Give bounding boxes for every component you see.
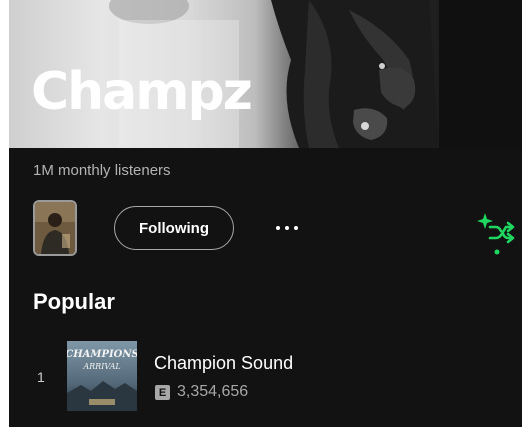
smart-shuffle-icon[interactable] [476, 210, 518, 256]
following-button[interactable]: Following [114, 206, 234, 250]
track-cover-art: CHAMPIONS ARRIVAL [67, 341, 137, 411]
more-options-icon[interactable] [270, 216, 304, 240]
track-title: Champion Sound [154, 353, 294, 373]
cover-text-line2: ARRIVAL [82, 362, 120, 371]
monthly-listeners: 1M monthly listeners [33, 162, 171, 179]
more-dot [294, 226, 298, 230]
popular-section-title: Popular [33, 289, 115, 314]
artist-preview-thumbnail[interactable] [33, 200, 77, 256]
artist-header-image: Champz [9, 0, 522, 148]
more-dot [285, 226, 289, 230]
cover-text-line1: CHAMPIONS [67, 349, 137, 360]
window-edge-bottom [0, 427, 522, 434]
track-play-count: 3,354,656 [177, 383, 249, 400]
more-dot [276, 226, 280, 230]
window-edge-left [0, 0, 9, 427]
track-index: 1 [37, 369, 45, 385]
explicit-badge: E [155, 385, 170, 400]
artist-name: Champz [31, 62, 253, 122]
track-row[interactable]: 1 CHAMPIONS ARRIVAL Champion Sound E 3,3… [30, 338, 500, 412]
